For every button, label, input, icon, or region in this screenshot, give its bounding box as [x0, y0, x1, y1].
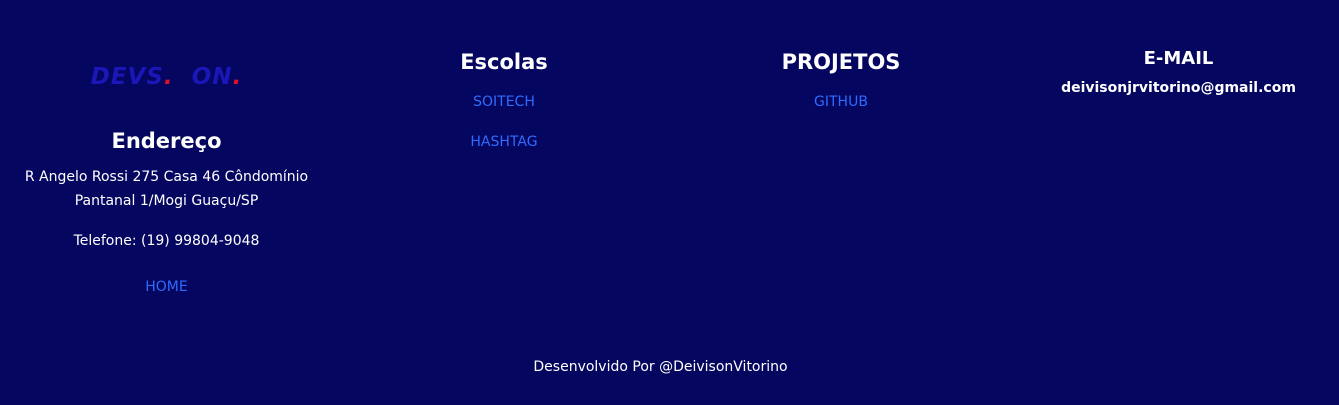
developer-credit: Desenvolvido Por @DeivisonVitorino — [533, 359, 788, 375]
home-link[interactable]: HOME — [0, 279, 333, 295]
school-link-soitech[interactable]: SOITECH — [334, 94, 674, 110]
address-title: Endereço — [111, 129, 222, 153]
brand-logo-dot2: . — [232, 64, 243, 90]
project-link-github[interactable]: GITHUB — [671, 94, 1011, 110]
projects-title: PROJETOS — [781, 50, 901, 74]
email-address: deivisonjrvitorino@gmail.com — [1061, 80, 1296, 96]
address-text: R Angelo Rossi 275 Casa 46 Côndomínio Pa… — [24, 169, 309, 209]
brand-logo-part1: DEVS — [90, 64, 164, 90]
schools-title: Escolas — [460, 50, 548, 74]
email-title: E-MAIL — [1143, 48, 1214, 69]
brand-logo-part2: ON — [191, 64, 233, 90]
brand-logo-dot1: . — [163, 64, 174, 90]
brand-logo[interactable]: DEVS. ON. — [0, 64, 333, 90]
phone-text: Telefone: (19) 99804-9048 — [73, 233, 260, 249]
school-link-hashtag[interactable]: HASHTAG — [334, 134, 674, 150]
